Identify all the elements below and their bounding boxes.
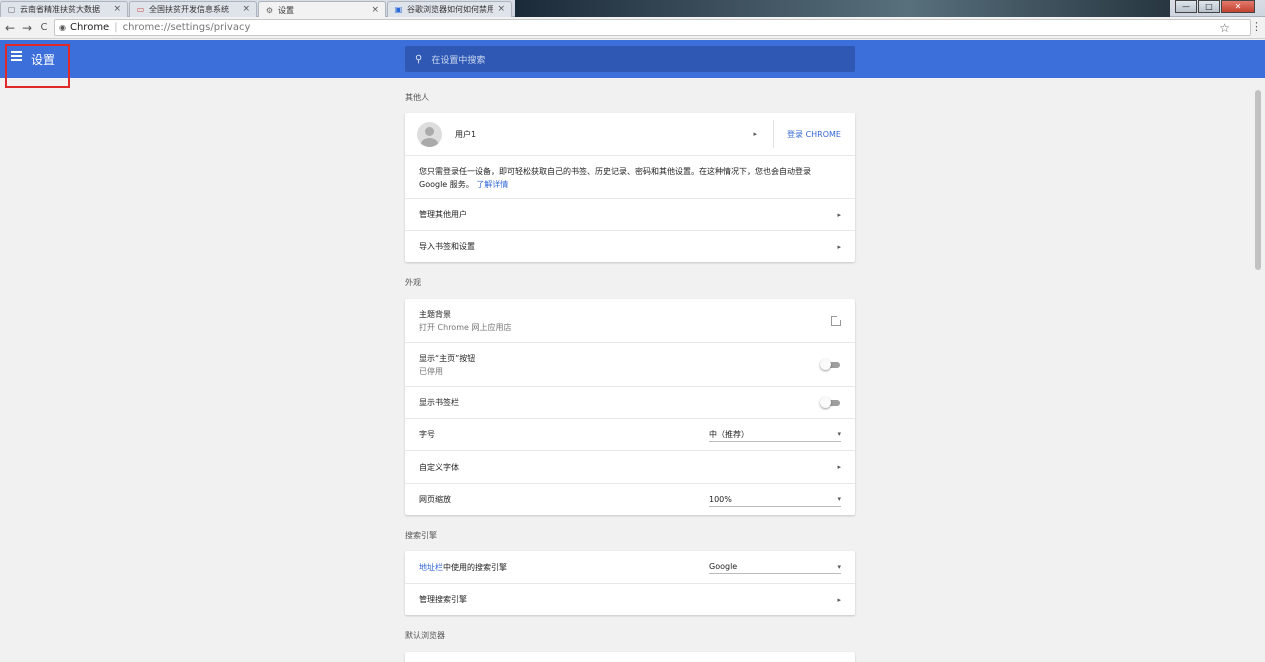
divider <box>773 120 775 148</box>
appearance-card: 主题背景 打开 Chrome 网上应用店 显示“主页”按钮 已停用 显示书签栏 … <box>405 299 855 515</box>
import-bookmarks-row[interactable]: 导入书签和设置 ▸ <box>405 230 855 262</box>
dropdown-caret-icon: ▾ <box>837 562 841 571</box>
home-button-sub: 已停用 <box>419 366 443 376</box>
chevron-right-icon: ▸ <box>753 130 758 138</box>
home-button-label: 显示“主页”按钮 <box>419 353 476 363</box>
theme-text: 主题背景 打开 Chrome 网上应用店 <box>419 309 831 333</box>
tab-close-icon[interactable]: × <box>242 5 250 14</box>
chevron-right-icon: ▸ <box>837 595 841 604</box>
search-engine-row: 地址栏中使用的搜索引擎 Google ▾ <box>405 551 855 583</box>
font-size-value: 中（推荐） <box>709 429 749 439</box>
learn-more-link[interactable]: 了解详情 <box>476 180 508 189</box>
browser-toolbar: ← → C ◉ Chrome | chrome://settings/priva… <box>0 17 1265 39</box>
tab-title: 云南省精准扶贫大数据 <box>20 5 100 14</box>
address-url: chrome://settings/privacy <box>122 22 251 33</box>
page-zoom-row: 网页缩放 100% ▾ <box>405 483 855 515</box>
tab-strip: ▢ 云南省精准扶贫大数据 × ▭ 全国扶贫开发信息系统 × ⚙ 设置 × ▣ 谷… <box>0 0 1265 18</box>
section-title-search-engine: 搜索引擎 <box>405 531 437 540</box>
back-button[interactable]: ← <box>3 21 17 35</box>
tab-title: 全国扶贫开发信息系统 <box>149 5 229 14</box>
dropdown-caret-icon: ▾ <box>837 430 841 438</box>
search-engine-value: Google <box>709 562 738 571</box>
tab-close-icon[interactable]: × <box>497 5 505 14</box>
manage-search-engines-row[interactable]: 管理搜索引擎 ▸ <box>405 583 855 615</box>
user-name: 用户1 <box>455 129 477 139</box>
chevron-right-icon: ▸ <box>837 242 841 251</box>
user-row[interactable]: 用户1 ▸ 登录 CHROME <box>405 113 855 155</box>
chevron-right-icon: ▸ <box>837 210 841 219</box>
section-title-default-browser: 默认浏览器 <box>405 631 445 640</box>
theme-row[interactable]: 主题背景 打开 Chrome 网上应用店 <box>405 299 855 342</box>
signin-chrome-button[interactable]: 登录 CHROME <box>787 129 841 140</box>
reload-button[interactable]: C <box>37 22 51 33</box>
section-title-people: 其他人 <box>405 93 429 102</box>
chrome-page-icon: ◉ <box>59 23 66 32</box>
tab-national[interactable]: ▭ 全国扶贫开发信息系统 × <box>129 1 257 17</box>
custom-fonts-label: 自定义字体 <box>419 462 459 472</box>
address-bar[interactable]: ◉ Chrome | chrome://settings/privacy ☆ <box>54 19 1251 36</box>
site-icon: ▣ <box>394 5 403 14</box>
manage-users-label: 管理其他用户 <box>419 210 467 219</box>
page-zoom-select[interactable]: 100% ▾ <box>709 493 841 507</box>
signin-description-row: 您只需登录任一设备，即可轻松获取自己的书签、历史记录、密码和其他设置。在这种情况… <box>405 155 855 198</box>
tab-title: 谷歌浏览器如何如何禁用 <box>407 5 494 14</box>
settings-content: 其他人 用户1 ▸ 登录 CHROME 您只需登录任一设备，即可轻松获取自己的书… <box>405 78 855 662</box>
open-external-icon[interactable] <box>831 314 842 326</box>
bookmark-star-icon[interactable]: ☆ <box>1219 20 1230 36</box>
search-engine-select[interactable]: Google ▾ <box>709 560 841 574</box>
forward-button[interactable]: → <box>20 21 34 35</box>
search-icon: ⚲ <box>415 53 423 65</box>
address-bar-link[interactable]: 地址栏 <box>419 563 443 572</box>
close-window-button[interactable]: ✕ <box>1221 0 1255 13</box>
maximize-button[interactable]: □ <box>1198 0 1220 13</box>
manage-search-engines-label: 管理搜索引擎 <box>419 595 467 604</box>
home-button-text: 显示“主页”按钮 已停用 <box>419 353 820 377</box>
search-engine-label: 中使用的搜索引擎 <box>443 562 507 572</box>
default-browser-card <box>405 652 855 662</box>
highlight-annotation-box <box>5 44 70 88</box>
manage-users-row[interactable]: 管理其他用户 ▸ <box>405 198 855 230</box>
avatar <box>417 121 442 147</box>
minimize-button[interactable]: — <box>1175 0 1197 13</box>
import-bookmarks-label: 导入书签和设置 <box>419 242 475 251</box>
dropdown-caret-icon: ▾ <box>837 495 841 503</box>
chevron-right-icon: ▸ <box>837 463 841 471</box>
tab-close-icon[interactable]: × <box>113 5 121 14</box>
page-zoom-value: 100% <box>709 494 732 504</box>
desktop-background <box>515 0 1170 17</box>
tab-title: 设置 <box>278 5 294 15</box>
people-card: 用户1 ▸ 登录 CHROME 您只需登录任一设备，即可轻松获取自己的书签、历史… <box>405 113 855 262</box>
gear-icon: ⚙ <box>265 5 274 15</box>
font-size-row: 字号 中（推荐） ▾ <box>405 418 855 450</box>
theme-sub: 打开 Chrome 网上应用店 <box>419 322 512 332</box>
font-size-select[interactable]: 中（推荐） ▾ <box>709 428 841 442</box>
window-controls: — □ ✕ <box>1174 0 1255 14</box>
tab-close-icon[interactable]: × <box>371 5 379 15</box>
page-icon: ▢ <box>7 5 16 14</box>
site-icon: ▭ <box>136 5 145 14</box>
home-button-toggle[interactable] <box>820 359 841 370</box>
bookmarks-bar-label: 显示书签栏 <box>419 398 459 407</box>
home-button-row: 显示“主页”按钮 已停用 <box>405 342 855 386</box>
search-placeholder: 在设置中搜索 <box>431 55 486 66</box>
address-separator: | <box>114 22 118 33</box>
search-engine-card: 地址栏中使用的搜索引擎 Google ▾ 管理搜索引擎 ▸ <box>405 551 855 615</box>
tab-chrome-disable[interactable]: ▣ 谷歌浏览器如何如何禁用 × <box>387 1 512 17</box>
address-host: Chrome <box>69 22 110 33</box>
chrome-menu-button[interactable]: ⋮ <box>1251 20 1262 33</box>
bookmarks-bar-toggle[interactable] <box>820 397 841 408</box>
theme-label: 主题背景 <box>419 309 451 319</box>
scrollbar-thumb[interactable] <box>1255 90 1261 270</box>
tab-yunnan[interactable]: ▢ 云南省精准扶贫大数据 × <box>0 1 128 17</box>
settings-search-input[interactable]: ⚲ 在设置中搜索 <box>405 46 855 72</box>
tab-settings[interactable]: ⚙ 设置 × <box>258 1 386 18</box>
section-title-appearance: 外观 <box>405 278 421 287</box>
page-scrollbar[interactable] <box>1251 78 1265 662</box>
custom-fonts-row[interactable]: 自定义字体 ▸ <box>405 450 855 483</box>
bookmarks-bar-row: 显示书签栏 <box>405 386 855 418</box>
